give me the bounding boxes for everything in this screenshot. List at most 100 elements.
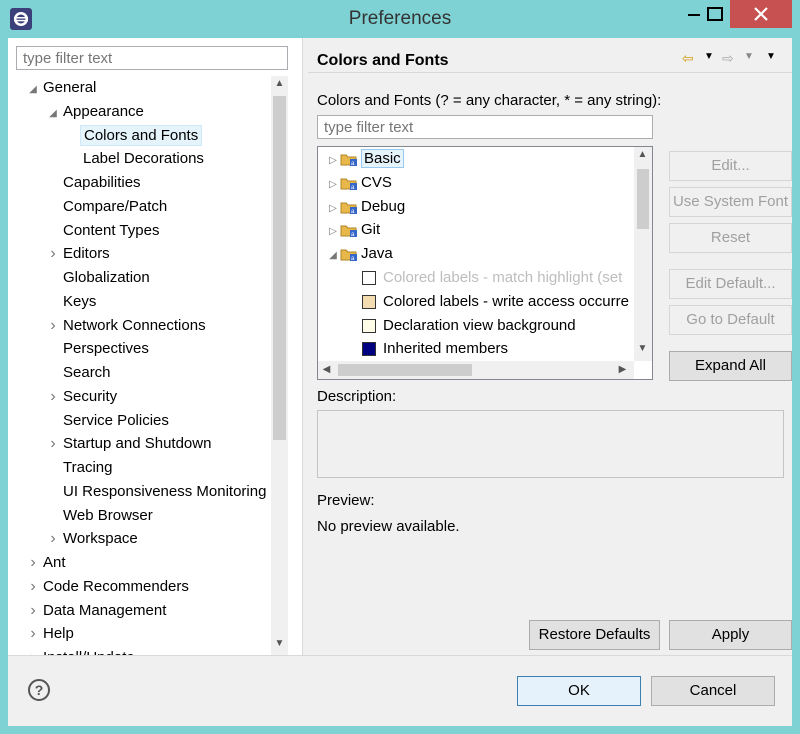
color-tree-item[interactable]: Declaration view background (362, 314, 576, 337)
collapsed-arrow-icon[interactable]: › (26, 575, 40, 598)
hscroll-thumb[interactable] (338, 364, 472, 376)
tree-item[interactable]: Perspectives (46, 337, 152, 360)
tree-item-label: Tracing (63, 459, 113, 476)
scroll-up-icon[interactable]: ▲ (634, 149, 651, 160)
tree-item-label: Security (63, 387, 118, 405)
tree-item[interactable]: › Help (26, 622, 77, 645)
scroll-right-icon[interactable]: ▶ (614, 364, 631, 375)
edit-default-button[interactable]: Edit Default... (669, 269, 792, 299)
scroll-thumb[interactable] (273, 96, 286, 440)
color-tree-item[interactable]: ▷ a Debug (326, 195, 405, 218)
collapsed-arrow-icon[interactable]: ▷ (326, 173, 340, 196)
tree-item[interactable]: Compare/Patch (46, 195, 170, 218)
left-tree-scrollbar[interactable]: ▲ ▼ (271, 76, 288, 655)
tree-item[interactable]: › Ant (26, 551, 69, 574)
tree-item[interactable]: ◢ Appearance (46, 100, 147, 123)
colors-tree-hscroll[interactable]: ◀ ▶ (318, 361, 634, 379)
view-menu-icon[interactable]: ▼ (766, 51, 776, 62)
collapsed-arrow-icon[interactable]: ▷ (326, 149, 340, 172)
folder-icon: a (340, 202, 357, 215)
expand-all-button[interactable]: Expand All (669, 351, 792, 381)
tree-item[interactable]: › Data Management (26, 599, 169, 622)
description-box (317, 410, 784, 478)
back-icon[interactable]: ⇦ (682, 50, 694, 67)
color-tree-item[interactable]: ▷ a Git (326, 218, 380, 241)
expanded-arrow-icon[interactable]: ◢ (26, 78, 40, 101)
tree-item-label: General (43, 79, 97, 96)
help-icon[interactable]: ? (28, 679, 50, 701)
tree-item[interactable]: ›Install/Update (26, 646, 138, 655)
tree-item[interactable]: Search (46, 361, 114, 384)
tree-item[interactable]: Label Decorations (66, 147, 207, 170)
restore-defaults-button[interactable]: Restore Defaults (529, 620, 660, 650)
tree-item-label: Label Decorations (83, 150, 204, 168)
preview-label: Preview: (317, 492, 375, 509)
scroll-down-icon[interactable]: ▼ (271, 638, 288, 649)
tree-item[interactable]: › Network Connections (46, 314, 209, 337)
page-heading: Colors and Fonts (? = any character, * =… (317, 92, 662, 109)
collapsed-arrow-icon[interactable]: › (46, 432, 60, 455)
tree-item[interactable]: › Editors (46, 242, 113, 265)
color-tree-item[interactable]: ▷ a CVS (326, 171, 392, 194)
scroll-up-icon[interactable]: ▲ (271, 78, 288, 89)
tree-item[interactable]: ◢ General (26, 76, 99, 99)
color-tree-item[interactable]: Colored labels - write access occurre (362, 290, 629, 313)
dialog-client: type filter text ◢ General ◢ Appearance Colo… (8, 38, 792, 726)
collapsed-arrow-icon[interactable]: › (46, 385, 60, 408)
maximize-button[interactable] (702, 0, 728, 28)
color-tree-item[interactable]: ▷ a Basic (326, 147, 404, 170)
close-button[interactable] (730, 0, 792, 28)
tree-item[interactable]: Keys (46, 290, 99, 313)
folder-icon: a (340, 178, 357, 191)
back-menu-icon[interactable]: ▼ (704, 51, 714, 62)
expanded-arrow-icon[interactable]: ◢ (46, 102, 60, 125)
use-system-font-button[interactable]: Use System Font (669, 187, 792, 217)
collapsed-arrow-icon[interactable]: ▷ (326, 220, 340, 243)
tree-item[interactable]: Globalization (46, 266, 153, 289)
folder-icon: a (340, 249, 357, 262)
apply-button[interactable]: Apply (669, 620, 792, 650)
ok-button[interactable]: OK (517, 676, 641, 706)
tree-item[interactable]: › Code Recommenders (26, 575, 192, 598)
collapsed-arrow-icon[interactable]: › (46, 314, 60, 337)
tree-item[interactable]: UI Responsiveness Monitoring (46, 480, 269, 503)
color-tree-item[interactable]: ◢ a Java (326, 242, 393, 265)
edit-button[interactable]: Edit... (669, 151, 792, 181)
collapsed-arrow-icon[interactable]: › (26, 599, 40, 622)
forward-icon[interactable]: ⇨ (722, 50, 734, 67)
tree-item[interactable]: Tracing (46, 456, 115, 479)
tree-item[interactable]: › Security (46, 385, 120, 408)
collapsed-arrow-icon[interactable]: › (26, 551, 40, 574)
tree-item[interactable]: Content Types (46, 219, 162, 242)
scroll-left-icon[interactable]: ◀ (318, 364, 335, 375)
tree-item[interactable]: Colors and Fonts (66, 124, 203, 147)
pane-divider[interactable] (302, 38, 303, 655)
preferences-window: Preferences type filter text ◢ General ◢ Ap… (0, 0, 800, 734)
scroll-down-icon[interactable]: ▼ (634, 343, 651, 354)
tree-item[interactable]: Web Browser (46, 504, 156, 527)
colors-tree-vscroll[interactable]: ▲ ▼ (634, 147, 652, 361)
collapsed-arrow-icon[interactable]: › (26, 622, 40, 645)
tree-item[interactable]: › Startup and Shutdown (46, 432, 214, 455)
reset-button[interactable]: Reset (669, 223, 792, 253)
go-to-default-button[interactable]: Go to Default (669, 305, 792, 335)
collapsed-arrow-icon[interactable]: › (46, 527, 60, 550)
color-tree-item[interactable]: Colored labels - match highlight (set (362, 266, 622, 289)
collapsed-arrow-icon[interactable]: › (26, 646, 40, 655)
color-tree-item-label: CVS (361, 173, 392, 191)
left-filter-input[interactable]: type filter text (16, 46, 288, 70)
scroll-thumb[interactable] (637, 169, 649, 229)
tree-item-label: Network Connections (63, 316, 206, 334)
forward-menu-icon[interactable]: ▼ (744, 51, 754, 62)
tree-item-label: Appearance (63, 102, 144, 120)
tree-item-label: Install/Update (40, 648, 138, 655)
collapsed-arrow-icon[interactable]: ▷ (326, 197, 340, 220)
tree-item[interactable]: Service Policies (46, 409, 172, 432)
expanded-arrow-icon[interactable]: ◢ (326, 244, 340, 267)
collapsed-arrow-icon[interactable]: › (46, 242, 60, 265)
color-tree-item[interactable]: Inherited members (362, 337, 508, 360)
colors-filter-input[interactable]: type filter text (317, 115, 653, 139)
tree-item[interactable]: Capabilities (46, 171, 144, 194)
cancel-button[interactable]: Cancel (651, 676, 775, 706)
tree-item[interactable]: › Workspace (46, 527, 141, 550)
